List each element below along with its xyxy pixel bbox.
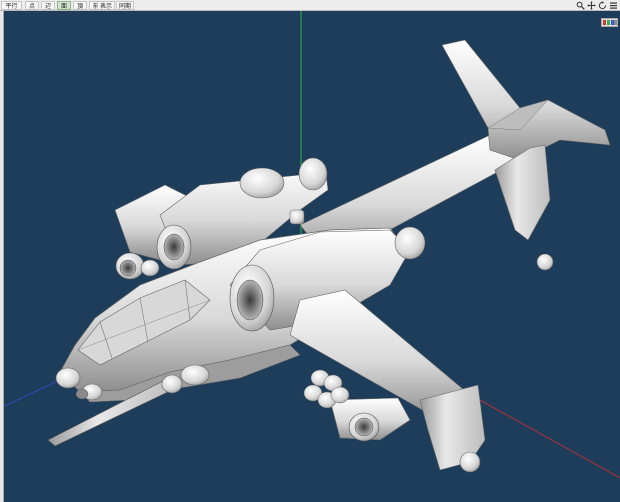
modeler-window: 平行 点 辺 面 頂 前 表示 同期 [0, 0, 620, 502]
view-controls [576, 0, 618, 11]
move-icon[interactable] [587, 1, 596, 10]
edge-mode-button[interactable]: 辺 [41, 1, 55, 10]
3d-viewport[interactable] [0, 11, 620, 502]
top-view-button[interactable]: 頂 [73, 1, 87, 10]
parallel-view-button[interactable]: 平行 [1, 1, 22, 10]
sync-button[interactable]: 同期 [116, 1, 134, 10]
view-toolbar: 平行 点 辺 面 頂 前 表示 同期 [0, 0, 620, 11]
vertex-mode-button[interactable]: 点 [25, 1, 39, 10]
rotate-icon[interactable] [598, 1, 607, 10]
display-button[interactable]: 表示 [97, 1, 115, 10]
left-edge-panel [0, 11, 4, 502]
color-indicator[interactable] [601, 18, 618, 27]
helicopter-model [0, 11, 620, 479]
zoom-icon[interactable] [576, 1, 585, 10]
face-mode-button[interactable]: 面 [57, 1, 71, 10]
menu-icon[interactable] [609, 1, 618, 10]
